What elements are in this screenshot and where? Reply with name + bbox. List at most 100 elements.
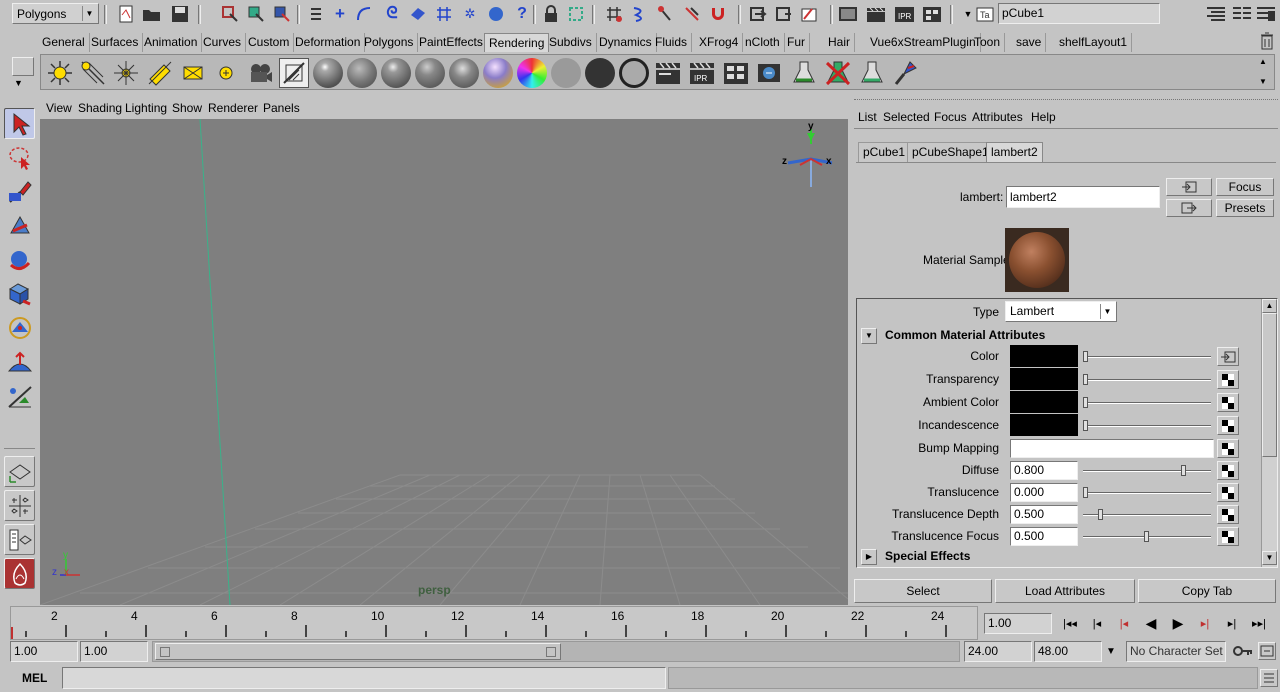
shelf-tab-fur[interactable]: Fur	[783, 33, 810, 52]
select-by-hierarchy-icon[interactable]	[220, 5, 240, 23]
bump-mapping-field[interactable]	[1010, 439, 1214, 458]
playback-start-field[interactable]: 1.00	[80, 641, 148, 662]
rotate-tool-icon[interactable]	[4, 244, 35, 275]
step-forward-frame-icon[interactable]: ▸|	[1193, 612, 1217, 634]
chevron-down-icon[interactable]: ▼	[1259, 77, 1267, 86]
input-ops-icon[interactable]	[630, 5, 650, 23]
slider-knob[interactable]	[1083, 487, 1088, 498]
range-slider-handle[interactable]	[155, 643, 561, 660]
slider-knob[interactable]	[1083, 351, 1088, 362]
time-slider[interactable]: 2 4 6 8 10 12 14 16 18 20 22 24 1.00 |◂◂ |◂ |◂ ◀ ▶ …	[0, 606, 1280, 642]
shelf-tab-subdivs[interactable]: Subdivs	[545, 33, 597, 52]
shelf-tab-painteffects[interactable]: PaintEffects	[415, 33, 488, 52]
spot-light-icon[interactable]	[78, 58, 108, 88]
map-texture-icon[interactable]	[1217, 483, 1239, 502]
trash-icon[interactable]	[1260, 32, 1274, 53]
attribute-scroll-area[interactable]: ▲ ▼ Type Lambert ▼ ▼ Common Material Att…	[856, 298, 1278, 568]
attr-slider[interactable]	[1083, 397, 1211, 408]
batch-render-icon[interactable]	[755, 58, 785, 88]
save-scene-icon[interactable]	[170, 5, 190, 23]
shelf-tab-toon[interactable]: Toon	[970, 33, 1006, 52]
hypershade-layout-icon[interactable]	[4, 558, 35, 589]
menu-panels[interactable]: Panels	[263, 101, 300, 115]
command-language-label[interactable]: MEL	[22, 671, 47, 685]
ae-menu-attributes[interactable]: Attributes	[972, 110, 1023, 124]
tab-pcubeshape1[interactable]: pCubeShape1	[907, 142, 994, 163]
map-texture-icon[interactable]	[1217, 505, 1239, 524]
tab-lambert2[interactable]: lambert2	[986, 142, 1043, 163]
render-globals-icon[interactable]	[922, 5, 942, 23]
snap-pivot-icon[interactable]: ✲	[460, 5, 480, 23]
range-slider-track[interactable]	[152, 641, 960, 662]
current-time-marker[interactable]	[11, 627, 13, 639]
attribute-editor-icon[interactable]	[1256, 5, 1276, 23]
move-tool-icon[interactable]	[4, 210, 35, 241]
animation-preferences-icon[interactable]	[1258, 642, 1276, 660]
shading-map-icon[interactable]	[619, 58, 649, 88]
section-common-header[interactable]: ▼ Common Material Attributes	[859, 326, 1255, 346]
snap-surface-icon[interactable]	[408, 5, 428, 23]
color-swatch[interactable]	[1010, 414, 1078, 436]
map-texture-icon[interactable]	[1217, 370, 1239, 389]
section-special-header[interactable]: ▶ Special Effects	[859, 547, 1255, 567]
snap-curve-icon[interactable]	[354, 5, 374, 23]
shelf-tab-surfaces[interactable]: Surfaces	[87, 33, 144, 52]
ipr-render-icon[interactable]: IPR	[894, 5, 914, 23]
channel-box-icon[interactable]	[1232, 5, 1252, 23]
end-time-field[interactable]: 48.00	[1034, 641, 1102, 662]
material-sample-swatch[interactable]	[1005, 228, 1069, 292]
anisotropic-shader-icon[interactable]	[449, 58, 479, 88]
slider-knob[interactable]	[1180, 465, 1186, 476]
shelf-tab-general[interactable]: General	[38, 33, 90, 52]
four-pane-layout-icon[interactable]	[4, 490, 35, 521]
map-texture-icon[interactable]	[1217, 393, 1239, 412]
range-handle-start[interactable]	[160, 647, 170, 657]
lasso-tool-icon[interactable]	[4, 142, 35, 173]
menu-lighting[interactable]: Lighting	[125, 101, 167, 115]
map-texture-icon[interactable]	[1217, 439, 1239, 458]
mode-menu[interactable]: Polygons ▼	[12, 3, 99, 24]
scale-tool-icon[interactable]	[4, 278, 35, 309]
step-back-frame-icon[interactable]: |◂	[1112, 612, 1136, 634]
render-current-frame-icon[interactable]	[653, 58, 683, 88]
disable-render-icon[interactable]	[823, 58, 853, 88]
snap-grid-icon[interactable]	[306, 5, 326, 23]
ae-menu-list[interactable]: List	[858, 110, 877, 124]
menu-shading[interactable]: Shading	[78, 101, 122, 115]
paint-brush-icon[interactable]	[891, 58, 921, 88]
attr-slider[interactable]	[1083, 509, 1211, 520]
ae-menu-selected[interactable]: Selected	[883, 110, 930, 124]
chevron-up-icon[interactable]: ▲	[1262, 299, 1277, 313]
blinn-shader-icon[interactable]	[313, 58, 343, 88]
slider-knob[interactable]	[1098, 509, 1104, 520]
connect-ops-icon[interactable]	[682, 5, 702, 23]
focus-button[interactable]: Focus	[1216, 178, 1274, 196]
slider-knob[interactable]	[1144, 531, 1149, 542]
color-swatch[interactable]	[1010, 391, 1078, 413]
shelf-menu-button[interactable]	[12, 57, 34, 76]
type-dropdown[interactable]: Lambert ▼	[1005, 301, 1117, 322]
shelf-tab-vue6xstreamplugin[interactable]: Vue6xStreamPlugin	[866, 33, 981, 52]
shelf-tab-shelflayout1[interactable]: shelfLayout1	[1055, 33, 1133, 52]
copy-tab-button[interactable]: Copy Tab	[1138, 579, 1276, 603]
hypershade-icon[interactable]	[279, 58, 309, 88]
construction-history-icon[interactable]	[604, 5, 624, 23]
ambient-light-icon[interactable]	[211, 58, 241, 88]
help-question-icon[interactable]: ?	[512, 5, 532, 23]
snap-points-icon[interactable]: +	[330, 4, 350, 23]
perspective-viewport[interactable]: persp y z x y z x	[40, 119, 848, 605]
paint-effects-render-icon[interactable]	[789, 58, 819, 88]
render-globe-icon[interactable]	[486, 5, 506, 23]
show-manipulator-icon[interactable]	[4, 380, 35, 411]
go-to-start-icon[interactable]: |◂◂	[1058, 612, 1082, 634]
clapper-icon[interactable]	[866, 5, 886, 23]
attr-slider[interactable]	[1083, 465, 1211, 476]
shelf-tab-polygons[interactable]: Polygons	[360, 33, 419, 52]
render-view-icon[interactable]	[748, 5, 768, 23]
magnet-icon[interactable]	[708, 5, 728, 23]
snap-lattice-icon[interactable]	[434, 5, 454, 23]
toggle-sidebar-icon[interactable]	[1206, 5, 1226, 23]
shelf-tab-curves[interactable]: Curves	[199, 33, 247, 52]
chevron-down-icon[interactable]: ▼	[1262, 551, 1277, 565]
open-scene-icon[interactable]	[142, 5, 162, 23]
